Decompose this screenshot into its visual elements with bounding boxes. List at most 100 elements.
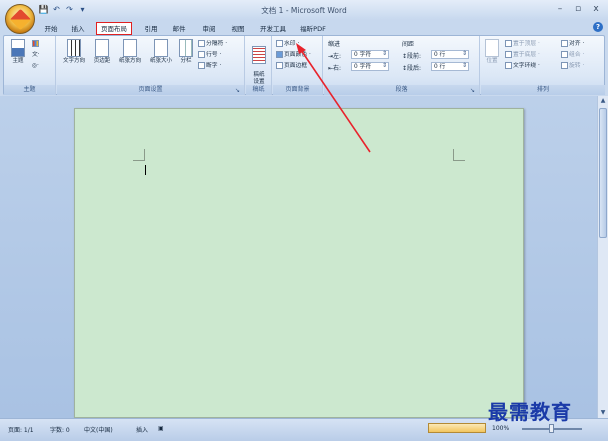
minimize-button[interactable]: – [554,3,566,15]
line-numbers-button[interactable]: 行号 · [198,51,221,60]
office-logo-icon [9,8,32,31]
size-button[interactable]: 纸张大小 [146,39,176,65]
align-button[interactable]: 对齐 · [561,40,584,49]
macro-record-icon[interactable]: ▣ [158,425,164,432]
indent-right-input[interactable]: 0 字符 [351,62,389,71]
margins-icon [95,39,109,57]
indent-right-label: ⇤右: [328,63,341,72]
columns-button[interactable]: 分栏 [177,39,195,65]
status-insert-mode[interactable]: 插入 [136,425,148,434]
tab-foxit-pdf[interactable]: 福昕PDF [295,23,331,35]
hyphenation-label: 断字 · [206,63,222,69]
status-page[interactable]: 页面: 1/1 [8,425,34,434]
document-page[interactable] [74,108,524,418]
page-setup-launcher-icon[interactable]: ↘ [235,87,242,94]
status-word-count[interactable]: 字数: 0 [50,425,70,434]
hyphenation-button[interactable]: 断字 · [198,62,221,71]
document-workspace [0,96,597,418]
indent-right-text: 右: [333,65,342,72]
tab-insert[interactable]: 插入 [67,23,89,35]
text-direction-icon [67,39,81,57]
rotate-button[interactable]: 旋转 · [561,62,584,71]
bring-to-front-label: 置于顶层 · [513,41,540,47]
window-controls: – ▫ x [554,3,602,15]
view-buttons[interactable] [428,423,486,433]
tab-review[interactable]: 审阅 [198,23,220,35]
tab-home[interactable]: 开始 [40,23,62,35]
watermark-label: 水印 · [284,41,300,47]
theme-colors-button[interactable] [32,40,40,49]
indent-title: 缩进 [328,41,341,48]
spacing-title: 间距 [402,41,415,48]
page-color-label: 页面颜色 · [284,52,311,58]
position-icon [485,39,499,57]
group-label-themes: 主题 [4,85,55,95]
scroll-down-icon[interactable]: ▼ [598,408,608,418]
group-label-arrange: 排列 [481,85,605,95]
line-numbers-icon [198,51,205,58]
office-button[interactable] [5,4,35,34]
breaks-label: 分隔符 · [206,41,228,47]
theme-effects-button[interactable]: ◎· [32,62,39,71]
bring-to-front-icon [505,40,512,47]
tab-references[interactable]: 引用 [140,23,162,35]
restore-button[interactable]: ▫ [572,3,584,15]
indent-left-text: 左: [333,53,342,60]
help-icon[interactable]: ? [593,22,603,32]
spacing-after-label: ↕段后: [402,63,421,72]
draft-paper-settings-button[interactable]: 稿纸 设置 [248,39,270,86]
group-label-text: 组合 · [569,52,585,58]
indent-left-input[interactable]: 0 字符 [351,50,389,59]
bring-to-front-button[interactable]: 置于顶层 · [505,40,540,49]
vertical-scrollbar[interactable]: ▲ ▼ [597,96,608,418]
paragraph-launcher-icon[interactable]: ↘ [470,87,477,94]
scrollbar-thumb[interactable] [599,108,607,238]
page-color-button[interactable]: 页面颜色 · [276,51,311,60]
group-label-page-background: 页面背景 [273,85,322,95]
send-to-back-label: 置于底层 · [513,52,540,58]
rotate-icon [561,62,568,69]
zoom-slider-handle[interactable] [549,424,554,433]
close-button[interactable]: x [590,3,602,15]
themes-button[interactable]: 主题 [7,39,29,65]
page-borders-icon [276,62,283,69]
theme-fonts-button[interactable]: 文· [32,51,40,60]
columns-icon [179,39,193,57]
group-draft-paper: 稿纸 设置 稿纸 [246,36,272,95]
draft-paper-label: 稿纸 设置 [253,72,265,85]
group-button[interactable]: 组合 · [561,51,584,60]
crop-mark-top-right [453,149,465,161]
text-wrapping-button[interactable]: 文字环绕 · [505,62,540,71]
text-wrapping-icon [505,62,512,69]
scroll-up-icon[interactable]: ▲ [598,96,608,106]
columns-label: 分栏 [180,58,192,64]
zoom-level[interactable]: 100% [492,425,509,432]
tab-developer[interactable]: 开发工具 [257,23,289,35]
spacing-after-input[interactable]: 0 行 [431,62,469,71]
tab-mailings[interactable]: 邮件 [168,23,190,35]
text-direction-button[interactable]: 文字方向 [59,39,89,65]
theme-colors-icon [32,40,39,47]
page-color-icon [276,51,283,58]
position-button[interactable]: 位置 [483,39,501,65]
text-cursor [145,165,146,175]
orientation-label: 纸张方向 [118,58,141,64]
status-language[interactable]: 中文(中国) [84,425,113,434]
orientation-button[interactable]: 纸张方向 [115,39,145,65]
breaks-button[interactable]: 分隔符 · [198,40,227,49]
ribbon-tabs: 开始 插入 页面布局 引用 邮件 审阅 视图 开发工具 福昕PDF [0,20,608,35]
indent-left-label: ⇥左: [328,51,341,60]
margins-label: 页边距 [93,58,111,64]
margins-button[interactable]: 页边距 [90,39,114,65]
align-label: 对齐 · [569,41,585,47]
group-label-paragraph: 段落 [324,85,479,95]
tab-view[interactable]: 视图 [227,23,249,35]
spacing-before-input[interactable]: 0 行 [431,50,469,59]
send-to-back-button[interactable]: 置于底层 · [505,51,540,60]
draft-paper-icon [252,46,266,64]
tab-page-layout[interactable]: 页面布局 [96,22,132,35]
page-borders-button[interactable]: 页面边框 [276,62,307,71]
group-icon [561,51,568,58]
watermark-button[interactable]: 水印 · [276,40,299,49]
group-label-page-setup: 页面设置 [57,85,244,95]
